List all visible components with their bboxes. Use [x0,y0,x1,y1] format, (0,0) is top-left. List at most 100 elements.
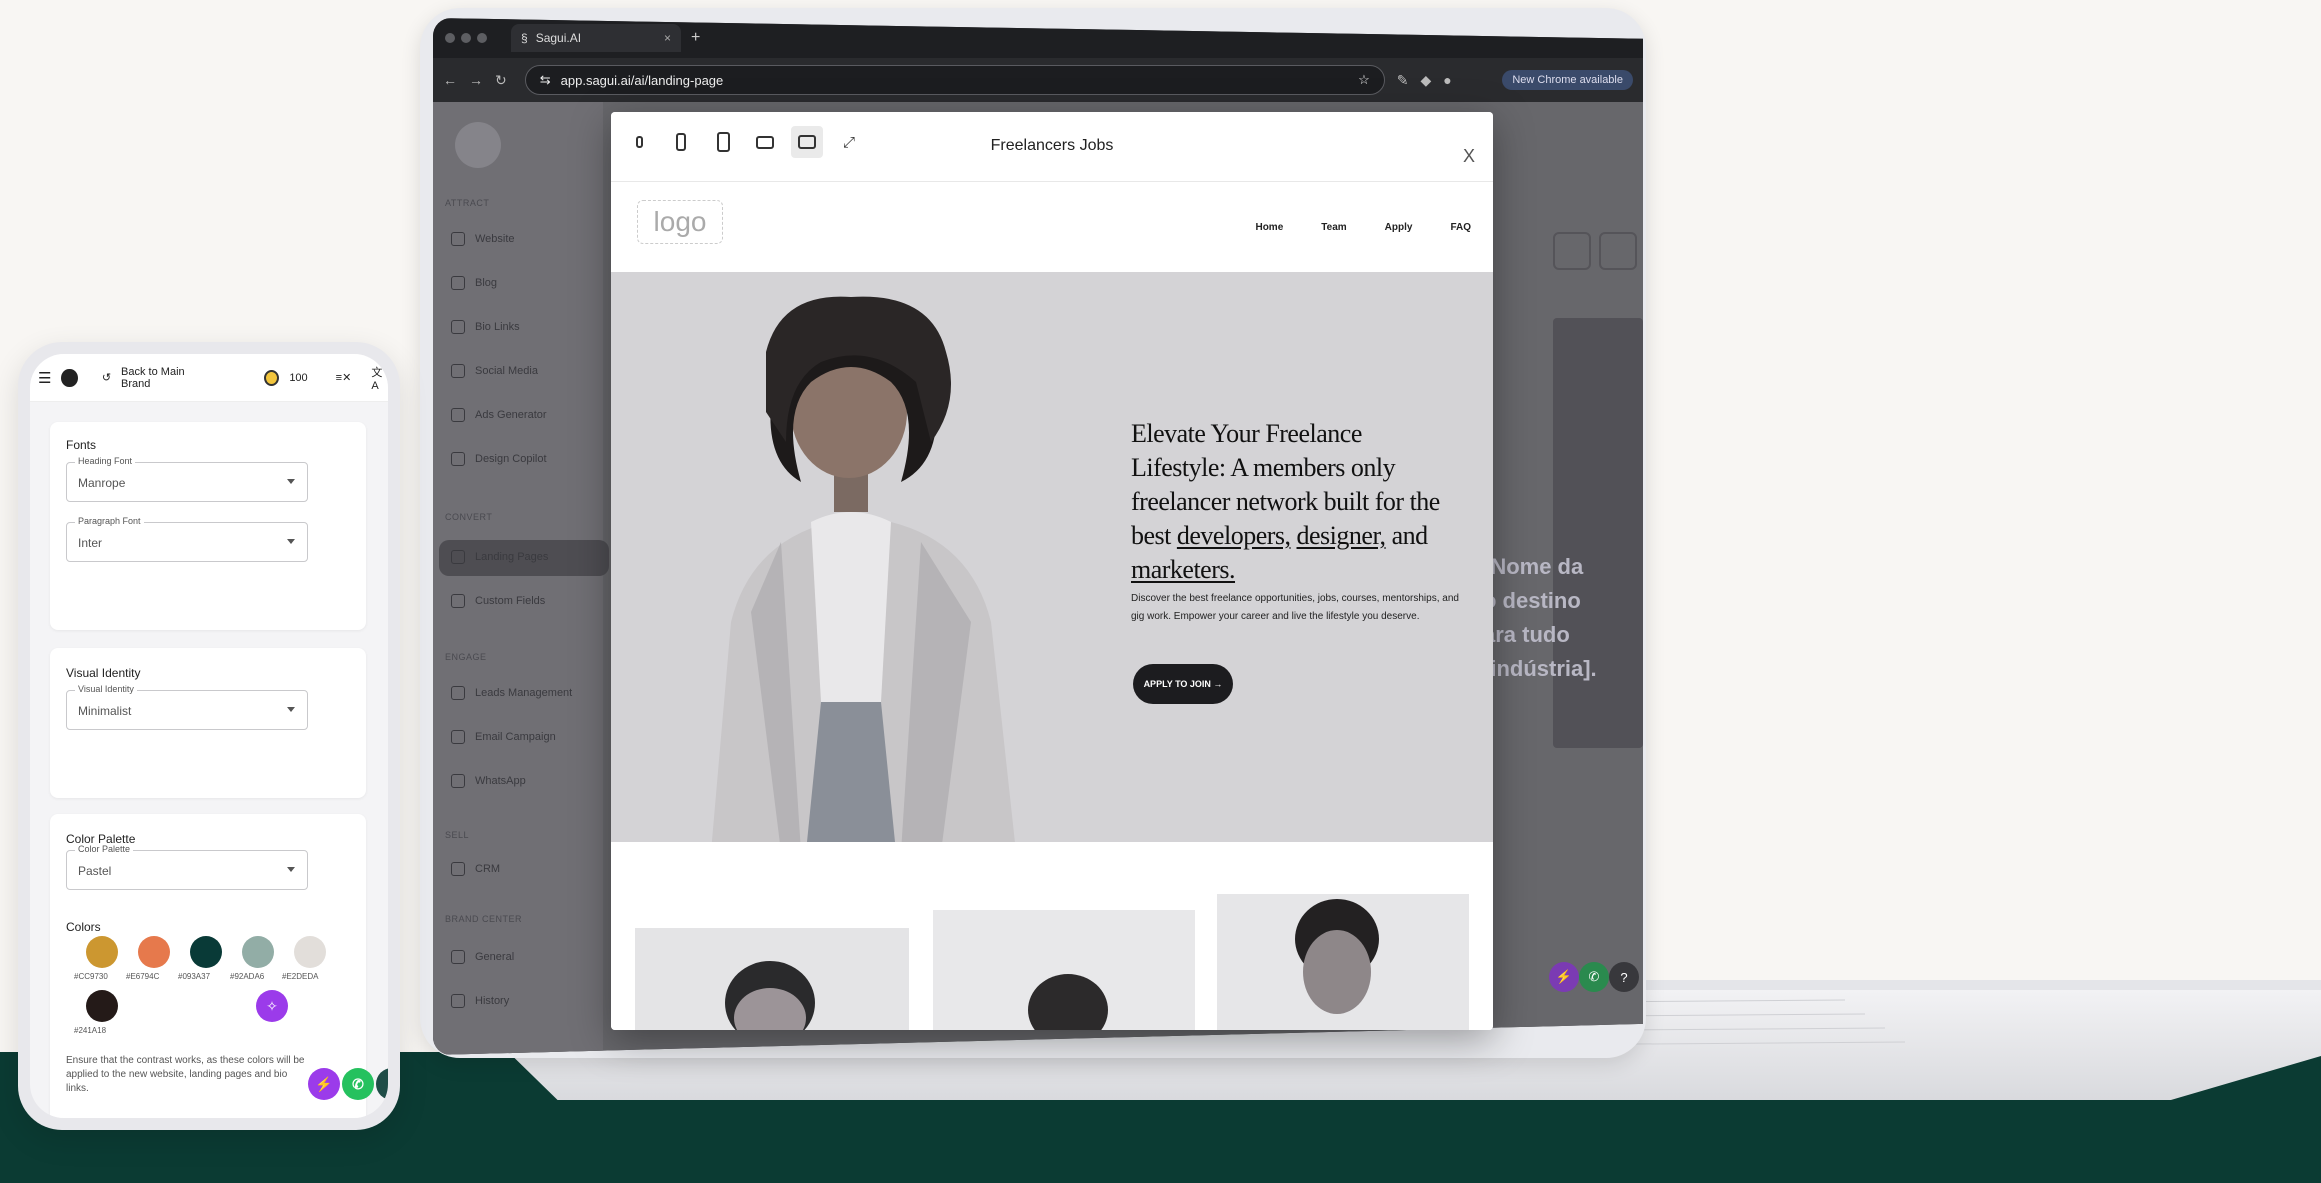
colors-title: Colors [66,920,101,934]
site-settings-icon[interactable]: ⇆ [540,72,551,88]
tab-favicon-icon: § [521,31,528,45]
new-tab-button[interactable]: + [691,29,700,47]
nav-link-home[interactable]: Home [1255,222,1283,233]
preview-line: ara tudo [1483,622,1570,648]
search-icon[interactable] [1553,232,1591,270]
sidebar-section-convert: CONVERT [445,512,493,522]
extension-icon[interactable]: ◆ [1420,72,1431,89]
site-logo[interactable]: logo [637,200,723,244]
generate-palette-button[interactable]: ✧ [256,990,288,1022]
apply-button[interactable]: APPLY TO JOIN → [1133,664,1233,704]
sidebar-item-website[interactable]: Website [451,232,515,246]
ai-assistant-button[interactable]: ⚡ [308,1068,340,1100]
reload-icon[interactable]: ↻ [495,72,507,89]
visual-identity-value: Minimalist [78,704,132,718]
sidebar-item-label: Landing Pages [475,551,549,563]
back-icon[interactable]: ← [443,72,457,88]
forward-icon[interactable]: → [469,72,483,88]
browser-tab[interactable]: § Sagui.AI × [511,24,681,52]
person-photo [635,928,909,1030]
help-button[interactable]: ? [376,1068,388,1100]
hero-title-link-developers[interactable]: developers, [1177,521,1291,550]
nav-link-apply[interactable]: Apply [1385,222,1413,233]
bookmark-star-icon[interactable]: ☆ [1358,72,1370,88]
menu-icon[interactable]: ☰ [38,369,51,387]
modal-header: ⤢ Freelancers Jobs X [611,112,1493,182]
back-to-main-brand-link[interactable]: Back to Main Brand [121,366,208,390]
help-button[interactable]: ? [1609,962,1639,992]
hero-title-link-marketers[interactable]: marketers. [1131,555,1236,584]
history-icon[interactable]: ↺ [102,371,111,384]
heading-font-select[interactable]: Heading Font Manrope [66,456,308,502]
account-icon[interactable] [61,368,78,387]
color-swatch[interactable] [242,936,274,968]
address-bar[interactable]: ⇆ app.sagui.ai/ai/landing-page ☆ [524,65,1385,95]
window-minimize-dot[interactable] [461,33,471,43]
color-swatch-label: #093A37 [178,972,211,981]
color-swatch[interactable] [86,990,118,1022]
phone-mockup: ☰ ↺ Back to Main Brand 100 ≡✕ 文A Fonts H… [18,342,400,1130]
bolt-icon [451,452,465,466]
color-palette-value: Pastel [78,864,112,878]
window-close-dot[interactable] [445,33,455,43]
sidebar-item-email-campaign[interactable]: Email Campaign [451,730,556,744]
credits-count: 100 [289,371,308,384]
sidebar-item-blog[interactable]: Blog [451,276,497,290]
sidebar-item-label: WhatsApp [475,775,526,787]
share-icon [451,364,465,378]
link-icon [451,320,465,334]
sidebar-item-crm[interactable]: CRM [451,862,500,876]
sidebar-item-leads-management[interactable]: Leads Management [451,686,572,700]
nav-link-team[interactable]: Team [1321,222,1346,233]
sidebar-item-label: Social Media [475,365,538,377]
sidebar-item-general[interactable]: General [451,950,514,964]
person-photo [933,910,1195,1030]
browser-toolbar: ← → ↻ ⇆ app.sagui.ai/ai/landing-page ☆ ✎… [433,58,1643,102]
color-swatch[interactable] [86,936,118,968]
modal-title: Freelancers Jobs [990,137,1114,154]
brand-avatar[interactable] [455,122,501,168]
tab-close-icon[interactable]: × [664,31,671,45]
ai-assistant-button[interactable]: ⚡ [1549,962,1579,992]
sidebar-item-bio-links[interactable]: Bio Links [451,320,520,334]
paragraph-font-select[interactable]: Paragraph Font Inter [66,516,308,562]
preview-line: [Nome da [1483,554,1584,579]
visual-identity-label: Visual Identity [75,684,137,694]
sidebar-item-social-media[interactable]: Social Media [451,364,538,378]
laptop-icon [451,550,465,564]
color-swatch[interactable] [190,936,222,968]
sidebar-item-landing-pages[interactable]: Landing Pages [451,550,548,564]
chrome-update-badge[interactable]: New Chrome available [1502,70,1633,90]
sidebar-item-label: Blog [475,277,498,289]
visual-identity-select[interactable]: Visual Identity Minimalist [66,684,308,730]
sidebar-item-history[interactable]: History [451,994,509,1008]
hero-title-link-designer[interactable]: designer, [1297,521,1387,550]
sidebar-item-label: Custom Fields [475,595,546,607]
nav-link-faq[interactable]: FAQ [1450,222,1471,233]
sidebar-item-whatsapp[interactable]: WhatsApp [451,774,526,788]
chevron-down-icon [287,539,295,544]
visual-identity-title: Visual Identity [66,666,141,680]
filter-icon[interactable] [1599,232,1637,270]
app-sidebar: ATTRACT Website Blog Bio Links Social Me… [433,102,609,1055]
sidebar-item-custom-fields[interactable]: Custom Fields [451,594,545,608]
checklist-icon[interactable]: ≡✕ [336,371,352,384]
profile-avatar[interactable]: ● [1443,72,1451,88]
color-swatch[interactable] [138,936,170,968]
window-zoom-dot[interactable] [477,33,487,43]
sidebar-item-ads-generator[interactable]: Ads Generator [451,408,547,422]
history-icon [451,994,465,1008]
document-icon [451,276,465,290]
hero-title: Elevate Your Freelance Lifestyle: A memb… [1131,417,1461,587]
close-icon[interactable]: X [1463,146,1475,167]
person-photo [1217,894,1469,1030]
translate-icon[interactable]: 文A [371,364,388,392]
site-nav-links: Home Team Apply FAQ [1255,222,1471,233]
sidebar-item-design-copilot[interactable]: Design Copilot [451,452,547,466]
extension-icon[interactable]: ✎ [1397,72,1409,89]
whatsapp-button[interactable]: ✆ [1579,962,1609,992]
color-palette-select[interactable]: Color Palette Pastel [66,844,308,890]
color-swatch[interactable] [294,936,326,968]
hero-portrait-image [671,292,1031,852]
whatsapp-button[interactable]: ✆ [342,1068,374,1100]
